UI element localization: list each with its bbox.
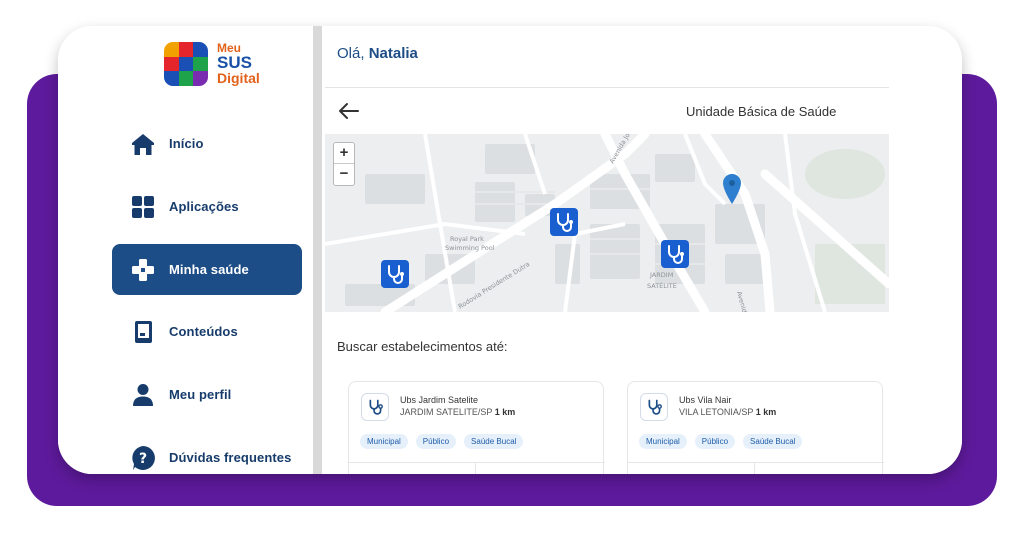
establishment-card[interactable]: Ubs Jardim Satelite JARDIM SATELITE/SP 1…	[348, 381, 605, 474]
sidebar-item-minha-saude[interactable]: Minha saúde	[112, 244, 302, 295]
page-title: Unidade Básica de Saúde	[686, 104, 837, 119]
sidebar-item-label: Conteúdos	[169, 324, 238, 339]
card-divider	[349, 462, 605, 463]
logo-line-2: SUS	[217, 53, 252, 72]
logo-wordmark: Meu SUS Digital	[217, 42, 260, 85]
app-window: Meu SUS Digital Início Aplicações Minha …	[58, 26, 962, 474]
book-icon	[135, 321, 152, 343]
question-icon: ?	[132, 446, 155, 470]
sidebar-item-meu-perfil[interactable]: Meu perfil	[112, 369, 302, 420]
map-zoom-controls: + −	[333, 142, 355, 186]
screenshot-stage: Meu SUS Digital Início Aplicações Minha …	[0, 0, 1024, 536]
greeting: Olá, Natalia	[337, 45, 418, 62]
sidebar-divider	[313, 26, 322, 474]
tag-publico: Público	[694, 434, 736, 449]
tag-municipal: Municipal	[360, 434, 408, 449]
sidebar-item-duvidas-frequentes[interactable]: ? Dúvidas frequentes	[112, 432, 302, 474]
establishment-location: JARDIM SATELITE/SP 1 km	[400, 407, 515, 417]
sidebar-item-label: Meu perfil	[169, 387, 232, 402]
establishment-city: VILA LETONIA/SP	[679, 407, 754, 417]
tag-saude-bucal: Saúde Bucal	[464, 434, 524, 449]
sidebar: Meu SUS Digital Início Aplicações Minha …	[58, 26, 313, 474]
card-divider	[475, 462, 476, 474]
establishment-city: JARDIM SATELITE/SP	[400, 407, 493, 417]
map-label-swimming-pool: Swimming Pool	[445, 244, 495, 252]
meu-sus-digital-logo[interactable]: Meu SUS Digital	[164, 42, 284, 88]
establishment-tags: Municipal Público Saúde Bucal	[639, 434, 803, 449]
health-unit-marker-icon[interactable]	[550, 208, 578, 236]
tag-saude-bucal: Saúde Bucal	[743, 434, 803, 449]
grid-icon	[132, 196, 154, 218]
logo-line-3: Digital	[217, 70, 260, 86]
establishment-card[interactable]: Ubs Vila Nair VILA LETONIA/SP 1 km Munic…	[627, 381, 884, 474]
sidebar-item-conteudos[interactable]: Conteúdos	[112, 306, 302, 357]
establishment-tags: Municipal Público Saúde Bucal	[360, 434, 524, 449]
sidebar-item-aplicacoes[interactable]: Aplicações	[112, 181, 302, 232]
user-icon	[133, 384, 153, 406]
search-distance-label: Buscar estabelecimentos até:	[337, 339, 508, 354]
sidebar-item-label: Dúvidas frequentes	[169, 450, 292, 465]
svg-text:?: ?	[139, 451, 147, 467]
card-divider	[628, 462, 884, 463]
health-cross-icon	[132, 259, 154, 281]
main-content: Olá, Natalia Unidade Básica de Saúde Roy…	[322, 26, 962, 474]
establishment-distance: 1 km	[494, 407, 516, 417]
establishment-distance: 1 km	[755, 407, 777, 417]
health-unit-marker-icon[interactable]	[381, 260, 409, 288]
map-label-satelite: SATÉLITE	[647, 281, 677, 290]
sidebar-item-inicio[interactable]: Início	[112, 118, 302, 169]
zoom-out-button[interactable]: −	[334, 164, 354, 185]
location-pin-icon[interactable]	[723, 174, 741, 204]
map-tiles: Royal Park Swimming Pool JARDIM SATÉLITE…	[325, 134, 889, 312]
map-label-jardim: JARDIM	[649, 271, 673, 279]
zoom-in-button[interactable]: +	[334, 143, 354, 164]
health-unit-marker-icon[interactable]	[661, 240, 689, 268]
stethoscope-icon	[640, 393, 668, 421]
establishment-name: Ubs Vila Nair	[679, 395, 732, 405]
greeting-prefix: Olá,	[337, 45, 365, 62]
stethoscope-icon	[361, 393, 389, 421]
tag-municipal: Municipal	[639, 434, 687, 449]
establishment-location: VILA LETONIA/SP 1 km	[679, 407, 776, 417]
home-icon	[132, 134, 154, 155]
user-name: Natalia	[368, 45, 418, 62]
header-divider	[325, 87, 889, 88]
map-label-royal-park: Royal Park	[450, 235, 484, 243]
map[interactable]: Royal Park Swimming Pool JARDIM SATÉLITE…	[325, 134, 889, 312]
logo-icon	[164, 42, 208, 86]
sidebar-item-label: Início	[169, 136, 204, 151]
establishment-name: Ubs Jardim Satelite	[400, 395, 479, 405]
sidebar-item-label: Minha saúde	[169, 262, 249, 277]
back-arrow-icon[interactable]	[338, 102, 360, 120]
card-divider	[754, 462, 755, 474]
tag-publico: Público	[415, 434, 457, 449]
sidebar-item-label: Aplicações	[169, 199, 239, 214]
